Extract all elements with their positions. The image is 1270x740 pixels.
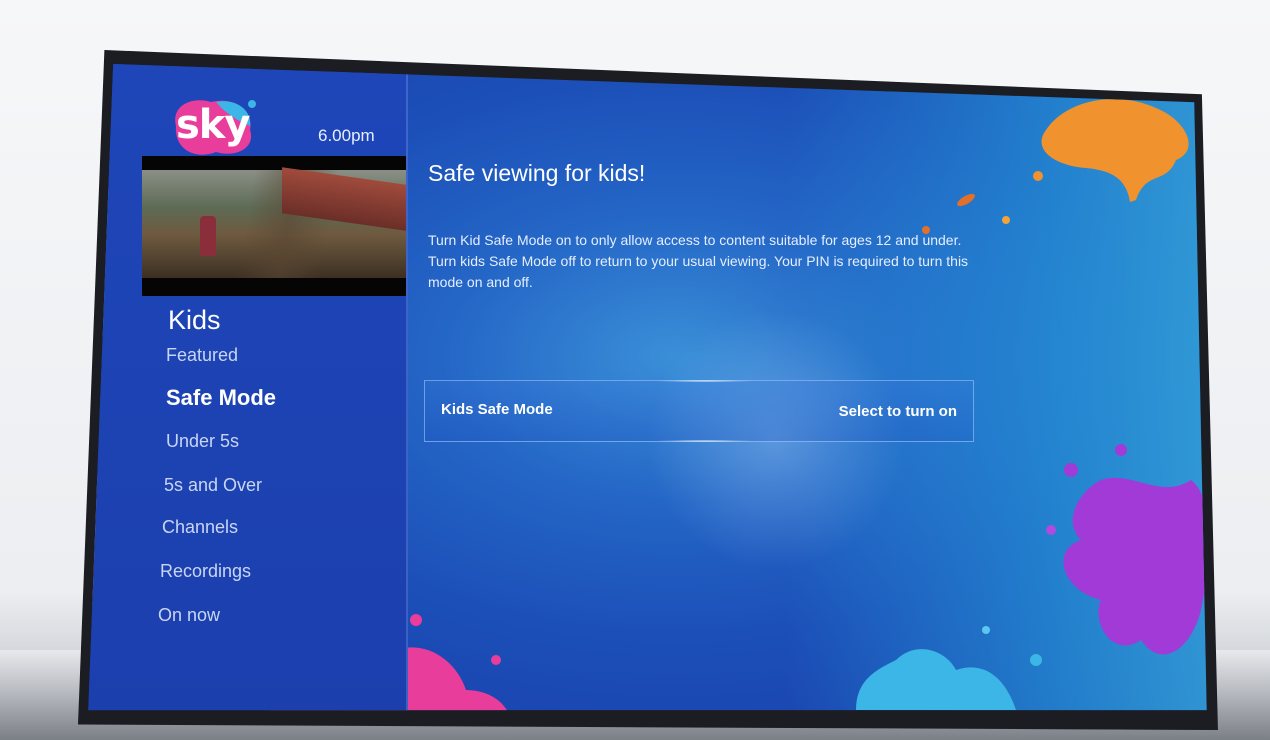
sidebar-item-recordings[interactable]: Recordings	[160, 561, 251, 582]
sidebar: sky 6.00pm Kids Featured Safe Mode Under…	[88, 63, 408, 711]
sidebar-item-safe-mode[interactable]: Safe Mode	[166, 385, 276, 411]
sidebar-item-channels[interactable]: Channels	[162, 517, 238, 538]
purple-splat-icon	[1046, 444, 1207, 655]
cyan-splat-bottom-icon	[856, 626, 1042, 710]
safe-mode-action: Select to turn on	[838, 403, 957, 420]
sidebar-item-under-5s[interactable]: Under 5s	[166, 431, 239, 452]
live-tv-preview[interactable]	[142, 156, 406, 296]
sidebar-item-5s-and-over[interactable]: 5s and Over	[164, 475, 262, 496]
page-description: Turn Kid Safe Mode on to only allow acce…	[428, 232, 969, 290]
preview-figure-shape	[200, 216, 216, 256]
sidebar-section-title: Kids	[168, 305, 221, 335]
preview-thumbnail	[142, 167, 406, 278]
sidebar-item-on-now[interactable]: On now	[158, 605, 220, 626]
clock: 6.00pm	[318, 126, 375, 145]
page-title: Safe viewing for kids!	[428, 160, 646, 186]
orange-splat-top-right-icon	[1033, 99, 1189, 202]
preview-train-shape	[282, 167, 406, 231]
tv-screen: sky 6.00pm Kids Featured Safe Mode Under…	[88, 63, 1207, 711]
safe-mode-label: Kids Safe Mode	[441, 401, 553, 418]
sidebar-item-featured[interactable]: Featured	[166, 345, 238, 366]
sky-logo: sky	[176, 102, 250, 148]
kids-safe-mode-toggle[interactable]: Kids Safe Mode Select to turn on	[424, 380, 974, 442]
